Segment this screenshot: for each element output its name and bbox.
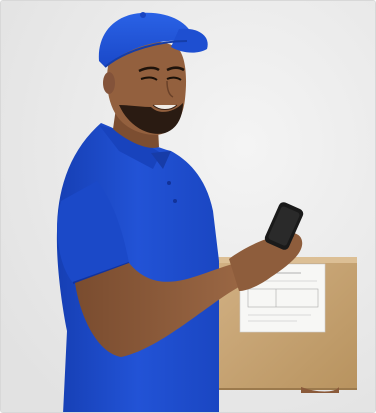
photo-illustration xyxy=(1,1,375,412)
delivery-man-photo xyxy=(0,0,376,413)
